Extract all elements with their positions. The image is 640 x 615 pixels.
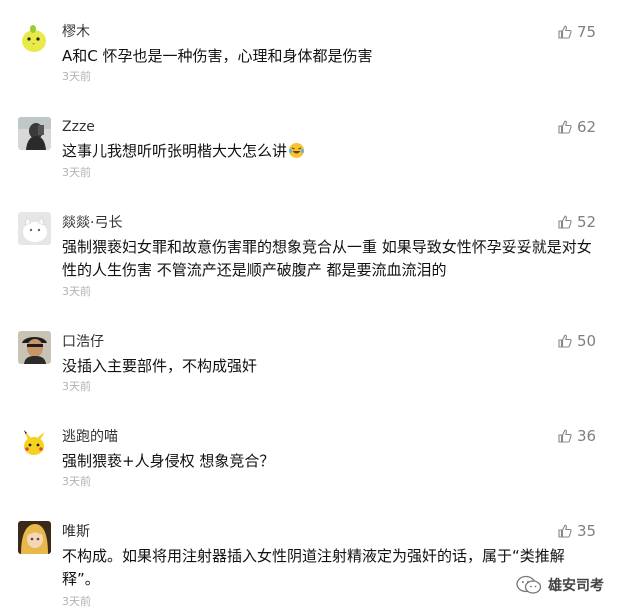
thumbs-up-icon bbox=[558, 429, 572, 443]
comment-author[interactable]: 口浩仔 bbox=[62, 333, 104, 351]
thumbs-up-icon bbox=[558, 215, 572, 229]
like-count: 50 bbox=[577, 332, 597, 350]
comment-author[interactable]: 樛木 bbox=[62, 23, 90, 41]
comment-time: 3天前 bbox=[62, 595, 91, 608]
comment-time: 3天前 bbox=[62, 285, 91, 298]
comment-text: 这事儿我想听听张明楷大大怎么讲 bbox=[62, 140, 592, 163]
like-button[interactable]: 62 bbox=[558, 118, 596, 136]
anime-girl-avatar bbox=[18, 521, 51, 554]
white-cat-avatar bbox=[18, 212, 51, 245]
like-count: 62 bbox=[577, 118, 597, 136]
comment-time: 3天前 bbox=[62, 166, 91, 179]
thumbs-up-icon bbox=[558, 334, 572, 348]
comment-time: 3天前 bbox=[62, 70, 91, 83]
comment-text: 不构成。如果将用注射器插入女性阴道注射精液定为强奸的话，属于“类推解释”。 bbox=[62, 547, 565, 588]
avatar[interactable] bbox=[18, 212, 51, 245]
comment-author[interactable]: Zzze bbox=[62, 118, 95, 136]
avatar[interactable] bbox=[18, 331, 51, 364]
watermark-text: 雄安司考 bbox=[548, 578, 604, 594]
comment-time: 3天前 bbox=[62, 380, 91, 393]
avatar[interactable] bbox=[18, 426, 51, 459]
like-button[interactable]: 75 bbox=[558, 23, 596, 41]
dark-figure-avatar bbox=[18, 117, 51, 150]
wechat-logo-icon bbox=[516, 575, 542, 594]
comment-text-body: 这事儿我想听听张明楷大大怎么讲 bbox=[62, 142, 288, 160]
comment-text: A和C 怀孕也是一种伤害，心理和身体都是伤害 bbox=[62, 47, 373, 65]
man-hat-avatar bbox=[18, 331, 51, 364]
avatar[interactable] bbox=[18, 521, 51, 554]
comment-time: 3天前 bbox=[62, 475, 91, 488]
laugh-cry-emoji bbox=[289, 143, 305, 158]
thumbs-up-icon bbox=[558, 25, 572, 39]
comment-text: 强制猥亵+人身侵权 想象竞合？ bbox=[62, 452, 275, 470]
like-count: 52 bbox=[577, 213, 597, 231]
like-count: 35 bbox=[577, 522, 597, 540]
comment-author[interactable]: 逃跑的喵 bbox=[62, 428, 118, 446]
comment-text: 没插入主要部件，不构成强奸 bbox=[62, 357, 258, 375]
thumbs-up-icon bbox=[558, 120, 572, 134]
like-button[interactable]: 52 bbox=[558, 213, 596, 231]
comment-author[interactable]: 唯斯 bbox=[62, 523, 90, 541]
comment-author[interactable]: 燚燚·弓长 bbox=[62, 214, 122, 232]
like-button[interactable]: 50 bbox=[558, 332, 596, 350]
like-count: 36 bbox=[577, 427, 597, 445]
avatar[interactable] bbox=[18, 117, 51, 150]
like-button[interactable]: 35 bbox=[558, 522, 596, 540]
like-count: 75 bbox=[577, 23, 597, 41]
thumbs-up-icon bbox=[558, 524, 572, 538]
comment-text: 强制猥亵妇女罪和故意伤害罪的想象竞合从一重 如果导致女性怀孕妥妥就是对女性的人生… bbox=[62, 238, 592, 279]
pikachu-avatar bbox=[18, 426, 51, 459]
watermark: 雄安司考 bbox=[516, 575, 604, 595]
yellow-bird-avatar bbox=[18, 22, 51, 55]
avatar[interactable] bbox=[18, 22, 51, 55]
like-button[interactable]: 36 bbox=[558, 427, 596, 445]
